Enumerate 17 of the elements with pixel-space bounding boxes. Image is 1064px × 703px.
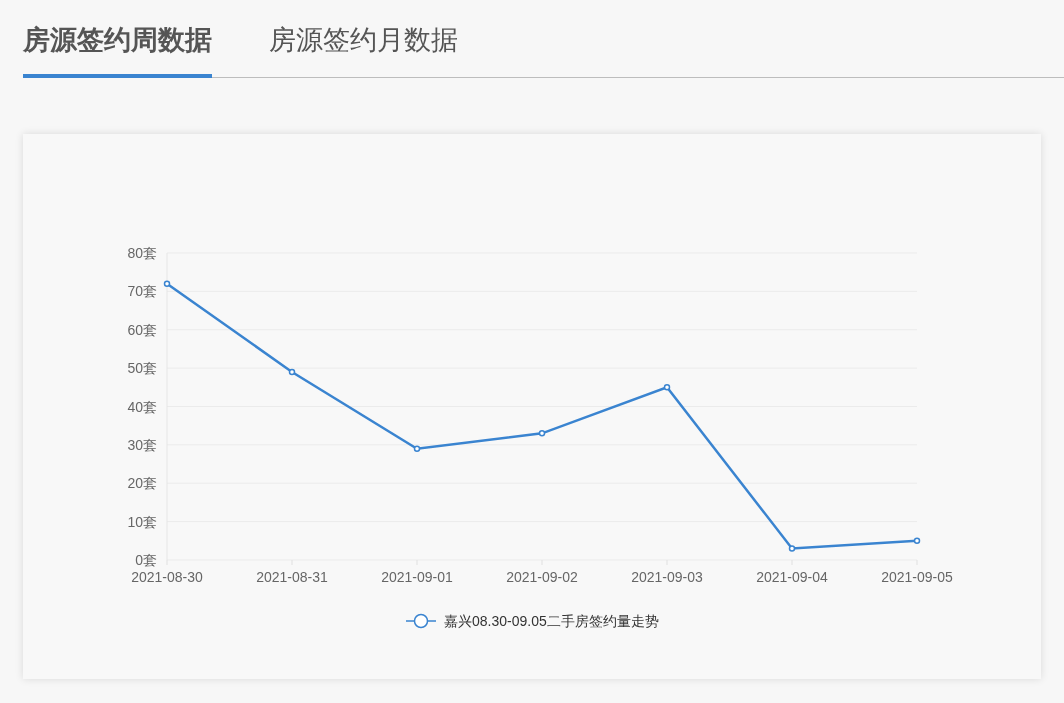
x-axis-label: 2021-09-03: [631, 568, 703, 585]
x-axis-label: 2021-08-31: [256, 568, 328, 585]
x-axis-label: 2021-08-30: [131, 568, 203, 585]
x-axis-label: 2021-09-02: [506, 568, 578, 585]
y-axis-label: 60套: [127, 321, 157, 338]
y-axis-label: 70套: [127, 282, 157, 299]
x-axis-label: 2021-09-01: [381, 568, 453, 585]
y-axis-label: 30套: [127, 436, 157, 453]
y-axis-label: 0套: [135, 551, 157, 568]
y-axis-label: 80套: [127, 244, 157, 261]
y-axis-label: 10套: [127, 513, 157, 530]
y-axis-label: 50套: [127, 359, 157, 376]
legend-label: 嘉兴08.30-09.05二手房签约量走势: [444, 612, 659, 629]
x-axis-label: 2021-09-04: [756, 568, 828, 585]
y-axis-label: 40套: [127, 398, 157, 414]
y-axis-label: 20套: [127, 474, 157, 491]
x-axis-label: 2021-09-05: [881, 568, 953, 585]
